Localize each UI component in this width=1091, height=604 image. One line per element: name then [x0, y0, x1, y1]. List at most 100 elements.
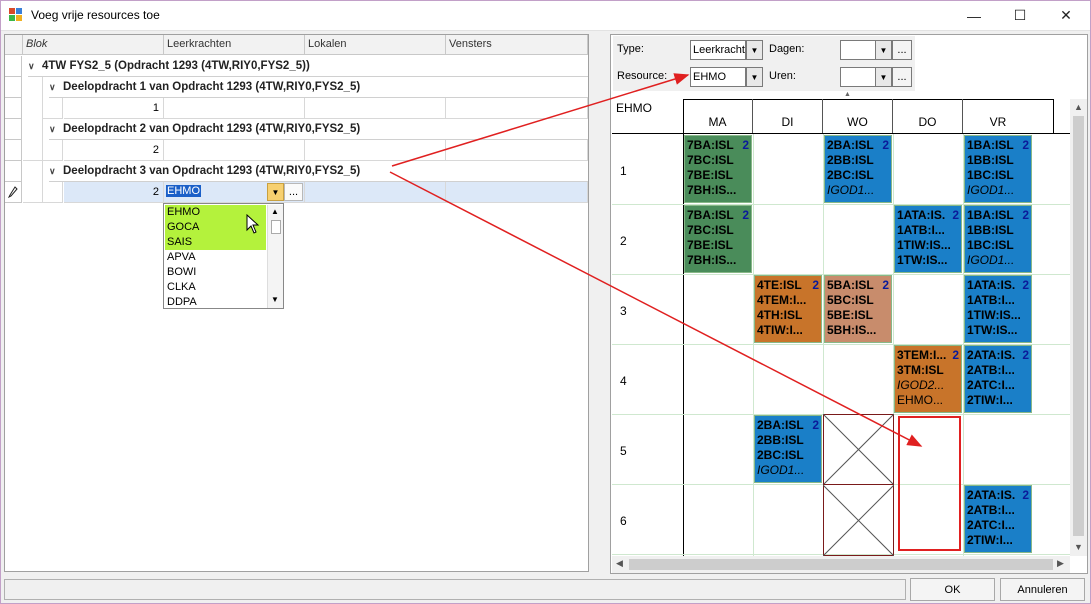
- lokalen-cell[interactable]: [305, 140, 446, 161]
- lesson-count: 2: [1022, 278, 1029, 292]
- lesson-block[interactable]: 4TE:ISL 4TEM:I... 4TH:ISL 4TIW:I... 2: [754, 275, 822, 343]
- dropdown-button[interactable]: ▼: [267, 183, 284, 201]
- free-slot-highlight[interactable]: [898, 416, 961, 551]
- lesson-count: 2: [742, 208, 749, 222]
- collapse-arrow-icon[interactable]: ▲: [844, 91, 851, 98]
- row-selector[interactable]: [5, 161, 22, 182]
- close-button[interactable]: ✕: [1043, 0, 1089, 31]
- maximize-button[interactable]: ☐: [997, 0, 1043, 31]
- horizontal-scrollbar[interactable]: ◀ ▶: [612, 556, 1070, 573]
- leerkrachten-cell[interactable]: [164, 98, 305, 119]
- dagen-ellipsis-button[interactable]: ...: [892, 40, 912, 60]
- blok-cell[interactable]: 2: [64, 140, 164, 161]
- row-selector[interactable]: [5, 56, 22, 77]
- dropdown-item[interactable]: SAIS: [165, 235, 266, 250]
- day-header-vr[interactable]: VR: [963, 99, 1033, 133]
- scroll-thumb[interactable]: [271, 220, 281, 234]
- chevron-down-icon[interactable]: ∨: [49, 166, 63, 177]
- vensters-cell[interactable]: [446, 182, 588, 203]
- hour-label-1: 1: [620, 164, 627, 178]
- scroll-up-icon[interactable]: ▲: [271, 207, 279, 216]
- type-combo[interactable]: Leerkracht: [690, 40, 746, 60]
- group-row-2[interactable]: ∨ Deelopdracht 2 van Opdracht 1293 (4TW,R…: [49, 119, 588, 140]
- row-selector-editing[interactable]: [5, 182, 22, 203]
- chevron-down-icon[interactable]: ∨: [49, 124, 63, 135]
- lesson-block[interactable]: 7BA:ISL 7BC:ISL 7BE:ISL 7BH:IS... 2: [684, 135, 752, 203]
- blok-cell[interactable]: 2: [64, 182, 164, 203]
- schedule-right-border: [1053, 99, 1054, 134]
- lesson-block[interactable]: 7BA:ISL 7BC:ISL 7BE:ISL 7BH:IS... 2: [684, 205, 752, 273]
- leerkrachten-cell[interactable]: [164, 140, 305, 161]
- day-header-wo[interactable]: WO: [823, 99, 893, 133]
- type-dropdown-button[interactable]: ▼: [746, 40, 763, 60]
- lesson-block[interactable]: 1ATA:IS. 1ATB:I... 1TIW:IS... 1TW:IS... …: [894, 205, 962, 273]
- lesson-line: 5BE:ISL: [827, 308, 874, 322]
- dropdown-item[interactable]: APVA: [165, 250, 266, 265]
- uren-ellipsis-button[interactable]: ...: [892, 67, 912, 87]
- chevron-down-icon[interactable]: ∨: [49, 82, 63, 93]
- lokalen-cell[interactable]: [305, 98, 446, 119]
- scroll-down-icon[interactable]: ▼: [1074, 542, 1083, 552]
- blok-cell[interactable]: 1: [64, 98, 164, 119]
- uren-dropdown-button[interactable]: ▼: [875, 67, 892, 87]
- lesson-count: 2: [1022, 208, 1029, 222]
- column-header-vensters[interactable]: Vensters: [446, 35, 588, 55]
- row-selector[interactable]: [5, 140, 22, 161]
- cancel-button[interactable]: Annuleren: [1000, 578, 1085, 601]
- ok-button[interactable]: OK: [910, 578, 995, 601]
- column-header-blok[interactable]: Blok: [23, 35, 164, 55]
- title-bar: Voeg vrije resources toe — ☐ ✕: [0, 0, 1091, 31]
- indent-column: [23, 161, 43, 203]
- scroll-thumb[interactable]: [629, 559, 1053, 570]
- scroll-left-icon[interactable]: ◀: [616, 558, 623, 569]
- leerkrachten-editor-value[interactable]: EHMO: [166, 185, 201, 197]
- row-selector[interactable]: [5, 98, 22, 119]
- day-header-ma[interactable]: MA: [683, 99, 753, 133]
- lesson-block[interactable]: 2BA:ISL 2BB:ISL 2BC:ISL IGOD1... 2: [754, 415, 822, 483]
- vensters-cell[interactable]: [446, 98, 588, 119]
- column-header-lokalen[interactable]: Lokalen: [305, 35, 446, 55]
- row-selector[interactable]: [5, 77, 22, 98]
- scroll-thumb[interactable]: [1073, 116, 1084, 536]
- dagen-dropdown-button[interactable]: ▼: [875, 40, 892, 60]
- dagen-combo[interactable]: [840, 40, 876, 60]
- dropdown-item[interactable]: BOWI: [165, 265, 266, 280]
- day-header-di[interactable]: DI: [753, 99, 823, 133]
- column-header-leerkrachten[interactable]: Leerkrachten: [164, 35, 305, 55]
- lokalen-cell[interactable]: [305, 182, 446, 203]
- lesson-line: 5BC:ISL: [827, 293, 874, 307]
- scroll-right-icon[interactable]: ▶: [1057, 558, 1064, 569]
- lesson-block[interactable]: 2ATA:IS. 2ATB:I... 2ATC:I... 2TIW:I... 2: [964, 345, 1032, 413]
- leerkrachten-editor[interactable]: EHMO ▼ ...: [164, 182, 305, 203]
- scroll-down-icon[interactable]: ▼: [271, 295, 279, 304]
- row-selector[interactable]: [5, 119, 22, 140]
- lesson-block[interactable]: 3TEM:I... 3TM:ISL IGOD2... EHMO... 2: [894, 345, 962, 413]
- lesson-block[interactable]: 2ATA:IS. 2ATB:I... 2ATC:I... 2TIW:I... 2: [964, 485, 1032, 553]
- resource-dropdown-button[interactable]: ▼: [746, 67, 763, 87]
- resource-dropdown-list[interactable]: EHMO GOCA SAIS APVA BOWI CLKA DDPA ▲ ▼: [163, 203, 284, 309]
- group-row-3[interactable]: ∨ Deelopdracht 3 van Opdracht 1293 (4TW,R…: [49, 161, 588, 182]
- lesson-block[interactable]: 1BA:ISL 1BB:ISL 1BC:ISL IGOD1... 2: [964, 205, 1032, 273]
- dropdown-item[interactable]: CLKA: [165, 280, 266, 295]
- lesson-block[interactable]: 1ATA:IS. 1ATB:I... 1TIW:IS... 1TW:IS... …: [964, 275, 1032, 343]
- day-header-do[interactable]: DO: [893, 99, 963, 133]
- group-row-1[interactable]: ∨ Deelopdracht 1 van Opdracht 1293 (4TW,R…: [49, 77, 588, 98]
- dropdown-item[interactable]: DDPA: [165, 295, 266, 310]
- scroll-up-icon[interactable]: ▲: [1074, 102, 1083, 112]
- group-row-top[interactable]: ∨ 4TW FYS2_5 (Opdracht 1293 (4TW,RIY0,FYS…: [28, 56, 588, 77]
- uren-combo[interactable]: [840, 67, 876, 87]
- lesson-line: 2TIW:I...: [967, 393, 1013, 407]
- vertical-scrollbar[interactable]: ▲ ▼: [1070, 99, 1087, 556]
- lesson-block[interactable]: 1BA:ISL 1BB:ISL 1BC:ISL IGOD1... 2: [964, 135, 1032, 203]
- resource-combo[interactable]: EHMO: [690, 67, 746, 87]
- lesson-block[interactable]: 5BA:ISL 5BC:ISL 5BE:ISL 5BH:IS... 2: [824, 275, 892, 343]
- app-icon: [9, 8, 22, 21]
- lesson-line: 2ATB:I...: [967, 363, 1015, 377]
- window-title: Voeg vrije resources toe: [31, 8, 160, 22]
- ellipsis-button[interactable]: ...: [284, 183, 303, 201]
- lesson-block[interactable]: 2BA:ISL 2BB:ISL 2BC:ISL IGOD1... 2: [824, 135, 892, 203]
- dropdown-scrollbar[interactable]: ▲ ▼: [267, 205, 283, 308]
- chevron-down-icon[interactable]: ∨: [28, 61, 42, 72]
- vensters-cell[interactable]: [446, 140, 588, 161]
- minimize-button[interactable]: —: [951, 0, 997, 31]
